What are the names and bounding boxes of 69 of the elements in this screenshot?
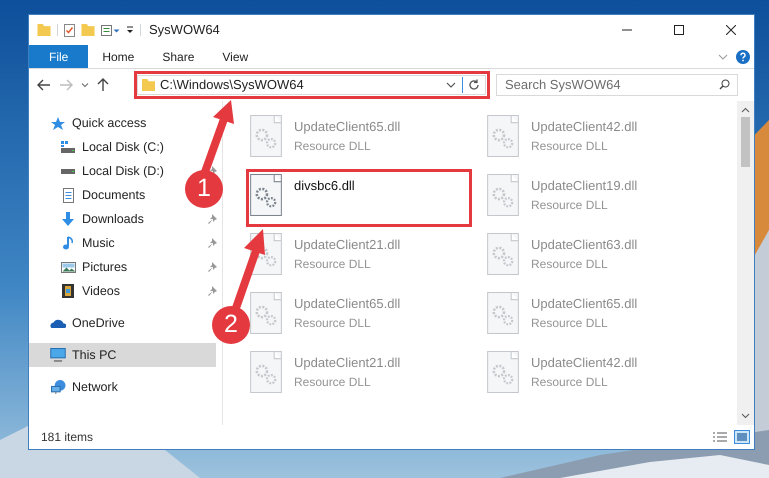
ribbon-tab[interactable]: Share: [148, 45, 208, 68]
ribbon-tab[interactable]: File: [29, 45, 88, 68]
file-type: Resource DLL: [531, 256, 609, 272]
tiles-view-icon[interactable]: [734, 430, 750, 444]
file-type: Resource DLL: [531, 138, 609, 154]
checklist-icon[interactable]: [64, 24, 75, 36]
file-type: Resource DLL: [294, 374, 372, 390]
file-type: Resource DLL: [294, 314, 372, 332]
folder-icon[interactable]: [37, 24, 51, 36]
documents-icon: [62, 188, 74, 202]
file-name[interactable]: divsbc6.dll: [294, 176, 355, 196]
downloads-icon: [62, 212, 74, 226]
file-type: Resource DLL: [531, 374, 609, 390]
scroll-up-icon[interactable]: [741, 107, 750, 113]
search-field[interactable]: Search SysWOW64: [496, 74, 738, 96]
sidebar-item[interactable]: Local Disk (D:): [29, 159, 170, 183]
dropdown-icon[interactable]: [126, 25, 134, 35]
file-type: Resource DLL: [294, 138, 372, 154]
ribbon-tab[interactable]: Home: [88, 45, 148, 68]
scroll-thumb[interactable]: [741, 117, 750, 167]
properties-icon[interactable]: [101, 24, 120, 36]
sidebar-item[interactable]: This PC: [29, 343, 216, 367]
address-text: C:\Windows\SysWOW64: [160, 76, 304, 94]
scrollbar[interactable]: [737, 101, 754, 425]
up-arrow-icon[interactable]: [97, 78, 109, 92]
back-arrow-icon[interactable]: [37, 79, 51, 91]
address-field[interactable]: C:\Windows\SysWOW64: [137, 75, 486, 95]
file-type: Resource DLL: [531, 196, 609, 214]
file-type: Resource DLL: [294, 256, 372, 272]
music-icon: [63, 236, 73, 250]
sidebar-item[interactable]: Local Disk (C:): [29, 135, 170, 159]
search-icon[interactable]: [719, 79, 730, 90]
file-type: Resource DLL: [531, 314, 609, 332]
pin-icon[interactable]: [207, 238, 217, 248]
details-view-icon[interactable]: [712, 431, 728, 443]
sidebar-item[interactable]: Quick access: [29, 111, 152, 135]
window-title: SysWOW64: [149, 21, 220, 40]
file-icon[interactable]: [250, 174, 282, 216]
forward-arrow-icon[interactable]: [59, 79, 73, 91]
sidebar-item[interactable]: Network: [29, 375, 124, 399]
sidebar-item[interactable]: OneDrive: [29, 311, 131, 335]
network-icon: [50, 380, 66, 394]
sidebar-item[interactable]: Music: [29, 231, 121, 255]
chevron-icon[interactable]: [446, 82, 456, 88]
pin-icon[interactable]: [207, 262, 217, 272]
quick-icon: [50, 116, 66, 130]
folder-icon: [142, 79, 155, 91]
computer-icon: [50, 348, 66, 362]
pictures-icon: [60, 262, 76, 272]
close-icon: [726, 25, 736, 35]
help-icon[interactable]: [736, 50, 750, 64]
chevron-icon[interactable]: [81, 82, 89, 88]
sidebar-item[interactable]: Downloads: [29, 207, 150, 231]
scroll-down-icon[interactable]: [741, 413, 750, 419]
sidebar-item[interactable]: Documents: [29, 183, 152, 207]
maximize-icon: [674, 25, 684, 35]
cloud-icon: [50, 318, 66, 328]
system-icon: [61, 141, 75, 153]
folder-icon[interactable]: [81, 24, 95, 36]
sidebar-item[interactable]: Videos: [29, 279, 126, 303]
ribbon-tab[interactable]: View: [208, 45, 262, 68]
item-count: 181 items: [41, 429, 94, 446]
minimize-icon: [622, 29, 632, 31]
sidebar-item[interactable]: Pictures: [29, 255, 134, 279]
videos-icon: [62, 284, 74, 298]
drive-icon: [61, 168, 75, 174]
pin-icon[interactable]: [207, 214, 217, 224]
refresh-icon[interactable]: [468, 79, 480, 91]
pin-icon[interactable]: [207, 286, 217, 296]
